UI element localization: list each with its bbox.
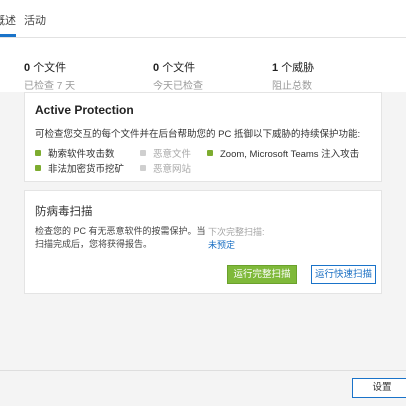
feature-label: 恶意文件 [153,149,192,160]
settings-button[interactable]: 设置 [352,378,406,398]
tab-activity[interactable]: 活动 [24,12,46,28]
scan-title: 防病毒扫描 [35,206,93,218]
stat-count: 0 [153,62,160,74]
feature-malicious-files: 恶意文件 [140,146,191,160]
feature-ransomware: 勒索软件攻击数 [35,146,115,160]
feature-malicious-websites: 恶意网站 [140,161,191,175]
feature-label: Zoom, Microsoft Teams 注入攻击 [220,149,360,160]
status-dot-icon [207,150,213,156]
tab-bar: 概述 活动 [0,0,406,38]
stat-count: 1 [272,62,279,74]
status-dot-icon [35,150,41,156]
run-quick-scan-button[interactable]: 运行快速扫描 [311,265,376,284]
status-dot-icon [140,165,146,171]
next-scan-label: 下次完整扫描: [208,227,265,237]
active-protection-title: Active Protection [35,103,134,117]
scan-description: 检查您的 PC 有无恶意软件的按需保护。当扫描完成后，您将获得报告。 [35,226,206,249]
stat-subtitle: 阻止总数 [272,81,312,92]
stat-threats-blocked: 1 个威胁 阻止总数 [272,59,314,92]
tab-overview[interactable]: 概述 [0,12,16,37]
stat-files-checked-week: 0 个文件 已检查 7 天 [24,59,75,92]
feature-cryptomining: 非法加密货币挖矿 [35,161,124,175]
feature-label: 恶意网站 [153,164,192,175]
next-scan-schedule-link[interactable]: 未预定 [208,238,235,251]
stat-unit: 个文件 [33,62,67,74]
run-full-scan-button[interactable]: 运行完整扫描 [227,265,297,284]
feature-injection-attacks: Zoom, Microsoft Teams 注入攻击 [207,146,359,160]
tab-overview-label: 概述 [0,15,16,27]
stats-row: 0 个文件 已检查 7 天 0 个文件 今天已检查 1 个威胁 阻止总数 [0,38,406,92]
status-dot-icon [35,165,41,171]
stat-subtitle: 已检查 7 天 [24,81,76,92]
footer-divider [0,370,406,371]
status-dot-icon [140,150,146,156]
stat-files-checked-today: 0 个文件 今天已检查 [153,59,203,92]
stat-unit: 个文件 [162,62,196,74]
tab-activity-label: 活动 [24,15,46,27]
active-protection-description: 可检查您交互的每个文件并在后台帮助您的 PC 抵御以下威胁的持续保护功能: [35,129,361,140]
feature-label: 非法加密货币挖矿 [48,164,125,175]
feature-label: 勒索软件攻击数 [48,149,115,160]
stat-subtitle: 今天已检查 [153,81,203,92]
active-protection-card: Active Protection 可检查您交互的每个文件并在后台帮助您的 PC… [24,92,382,182]
stat-unit: 个威胁 [281,62,315,74]
active-tab-indicator [0,34,16,37]
stat-count: 0 [24,62,31,74]
antivirus-scan-card: 防病毒扫描 检查您的 PC 有无恶意软件的按需保护。当扫描完成后，您将获得报告。… [24,190,382,294]
